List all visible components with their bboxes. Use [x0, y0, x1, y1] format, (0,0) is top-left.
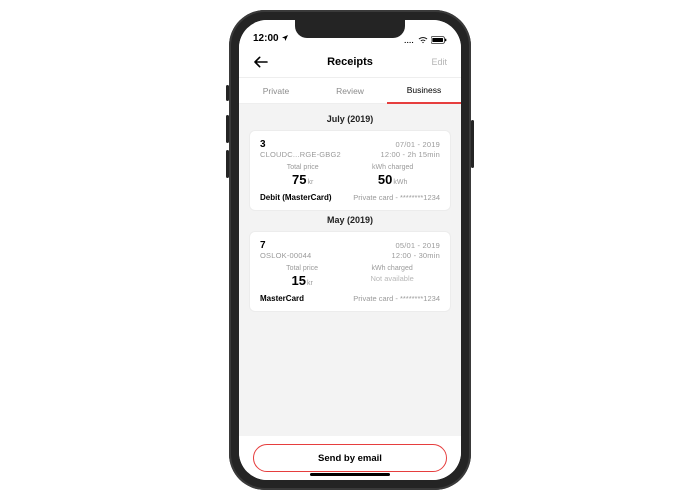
- edit-button[interactable]: Edit: [425, 57, 447, 67]
- kwh-charged: kWh charged 50kWh: [372, 164, 413, 189]
- tab-private[interactable]: Private: [239, 78, 313, 104]
- receipt-location: OSLOK-00044: [260, 251, 311, 260]
- month-header: May (2019): [249, 215, 451, 225]
- payment-method: MasterCard: [260, 294, 304, 303]
- payment-method: Debit (MasterCard): [260, 193, 332, 202]
- tabs: Private Review Business: [239, 78, 461, 104]
- total-price: Total price 15kr: [286, 265, 318, 290]
- receipt-date: 05/01 - 2019: [395, 241, 440, 250]
- receipt-timespan: 12:00 - 2h 15min: [381, 150, 441, 159]
- tab-review[interactable]: Review: [313, 78, 387, 104]
- receipt-timespan: 12:00 - 30min: [392, 251, 440, 260]
- location-arrow-icon: [281, 34, 289, 42]
- send-email-button[interactable]: Send by email: [253, 444, 447, 472]
- payment-card: Private card - ********1234: [353, 193, 440, 202]
- side-button: [226, 85, 229, 101]
- screen: 12:00: [239, 20, 461, 480]
- arrow-left-icon: [253, 56, 269, 68]
- volume-up-button: [226, 115, 229, 143]
- battery-icon: [431, 36, 447, 44]
- status-time: 12:00: [253, 33, 289, 44]
- power-button: [471, 120, 474, 168]
- signal-icon: [404, 36, 415, 44]
- total-price: Total price 75kr: [287, 164, 319, 189]
- receipt-location: CLOUDC...RGE-GBG2: [260, 150, 341, 159]
- kwh-charged: kWh charged Not available: [370, 265, 413, 290]
- receipt-card[interactable]: 3 07/01 - 2019 CLOUDC...RGE-GBG2 12:00 -…: [249, 130, 451, 211]
- receipt-day: 3: [260, 139, 266, 150]
- receipt-date: 07/01 - 2019: [395, 140, 440, 149]
- phone-frame: 12:00: [229, 10, 471, 490]
- nav-header: Receipts Edit: [239, 46, 461, 78]
- payment-card: Private card - ********1234: [353, 294, 440, 303]
- receipts-list[interactable]: July (2019) 3 07/01 - 2019 CLOUDC...RGE-…: [239, 104, 461, 436]
- wifi-icon: [418, 36, 428, 44]
- back-button[interactable]: [253, 56, 275, 68]
- home-indicator[interactable]: [310, 473, 390, 476]
- page-title: Receipts: [327, 56, 373, 68]
- tab-business[interactable]: Business: [387, 78, 461, 104]
- receipt-day: 7: [260, 240, 266, 251]
- volume-down-button: [226, 150, 229, 178]
- notch: [295, 20, 405, 38]
- receipt-card[interactable]: 7 05/01 - 2019 OSLOK-00044 12:00 - 30min…: [249, 231, 451, 312]
- month-header: July (2019): [249, 114, 451, 124]
- status-indicators: [404, 36, 447, 44]
